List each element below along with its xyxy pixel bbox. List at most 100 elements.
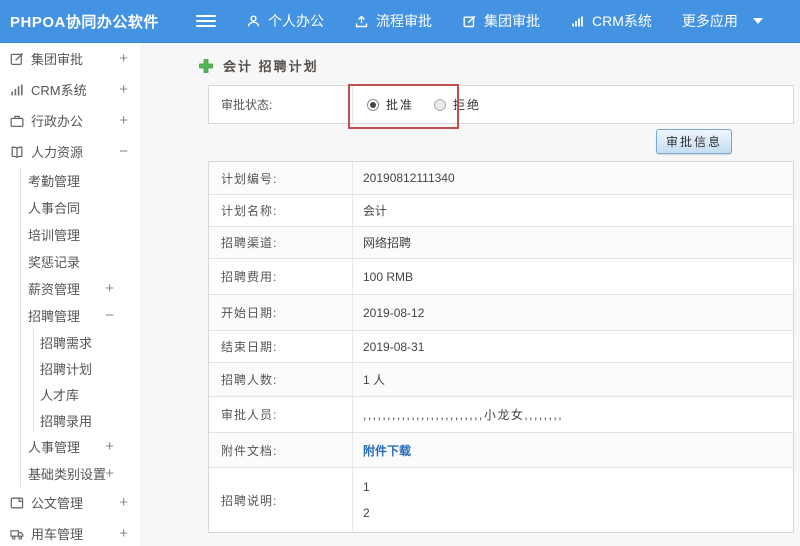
sidebar-item-base-category[interactable]: 基础类别设置 + [21,460,140,487]
menu-hamburger-icon[interactable] [196,15,216,27]
app-title: PHPOA协同办公软件 [10,13,159,31]
collapse-minus-icon[interactable]: − [105,307,114,324]
sidebar-item-recruit-hire[interactable]: 招聘录用 [34,407,140,433]
expand-plus-icon[interactable]: + [105,438,114,455]
sidebar-label: 人事管理 [28,440,81,455]
sidebar-item-recruit-demand[interactable]: 招聘需求 [34,329,140,355]
sidebar-label: 薪资管理 [28,282,81,297]
field-value: 100 RMB [363,269,414,284]
nav-item-crm[interactable]: CRM系统 [570,11,652,31]
expand-plus-icon[interactable]: + [119,525,128,542]
button-row: 审批信息 [208,129,794,154]
field-value: 会计 [363,204,388,218]
sidebar-item-recruit-plan[interactable]: 招聘计划 [34,355,140,381]
sidebar-item-admin-office[interactable]: 行政办公 + [0,105,140,136]
field-label: 计划编号: [209,162,353,194]
sidebar-label: 人才库 [40,387,80,403]
field-value: 20190812111340 [363,171,455,185]
nav-label: 个人办公 [268,13,324,29]
nav-label: 集团审批 [484,13,540,29]
expand-plus-icon[interactable]: + [119,112,128,129]
field-label: 审批人员: [209,397,353,432]
expand-plus-icon[interactable]: + [105,465,114,482]
sidebar-label: 培训管理 [28,228,81,243]
field-value: 1 2 [353,468,793,532]
field-label: 招聘说明: [209,468,353,532]
recruit-plan-detail-table: 计划编号: 20190812111340 计划名称: 会计 招聘渠道: 网络招聘… [208,161,794,533]
expand-plus-icon[interactable]: + [119,81,128,98]
collapse-minus-icon[interactable]: − [119,143,128,160]
expand-plus-icon[interactable]: + [119,494,128,511]
table-row-end-date: 结束日期: 2019-08-31 [209,331,793,363]
sidebar-item-personnel-mgmt[interactable]: 人事管理 + [21,433,140,460]
nav-item-personal-office[interactable]: 个人办公 [246,11,324,31]
field-value: 2019-08-31 [363,339,425,354]
field-value: 网络招聘 [363,236,412,250]
expand-plus-icon[interactable]: + [119,50,128,67]
description-line: 1 [363,480,370,494]
nav-label: 流程审批 [376,13,432,29]
field-label: 计划名称: [209,195,353,226]
document-icon [10,497,24,508]
table-row-headcount: 招聘人数: 1 人 [209,363,793,397]
sidebar-item-rewards[interactable]: 奖惩记录 [21,248,140,275]
sidebar-item-document-mgmt[interactable]: 公文管理 + [0,487,140,518]
sidebar-item-salary[interactable]: 薪资管理 + [21,275,140,302]
workflow-icon [355,15,368,27]
bar-chart-icon [572,16,583,26]
radio-reject-label: 拒绝 [453,98,482,112]
sidebar-item-recruit-mgmt[interactable]: 招聘管理 − [21,302,140,329]
table-row-channel: 招聘渠道: 网络招聘 [209,227,793,259]
table-row-approvers: 审批人员: ,,,,,,,,,,,,,,,,,,,,,,,,,小龙女,,,,,,… [209,397,793,433]
field-label: 招聘渠道: [209,227,353,258]
add-plus-icon [199,58,213,73]
radio-unselected-icon[interactable] [434,98,447,111]
nav-label: CRM系统 [592,13,652,29]
sidebar-label: 人事合同 [28,201,81,216]
top-navbar: PHPOA协同办公软件 个人办公 流程审批 集团审批 CRM系统 更多应用 [0,0,800,43]
approval-status-row: 审批状态: 批准 拒绝 [208,85,794,124]
sidebar-label: 奖惩记录 [28,255,81,270]
radio-reject[interactable]: 拒绝 [434,96,481,113]
sidebar-item-attendance[interactable]: 考勤管理 [21,167,140,194]
page-header: 会计 招聘计划 [198,57,800,74]
caret-down-icon [752,18,763,24]
nav-item-more-apps[interactable]: 更多应用 [682,11,763,31]
field-value: 2019-08-12 [363,305,425,320]
field-label: 附件文档: [209,433,353,467]
sidebar-label: 招聘需求 [40,335,93,351]
briefcase-icon [10,115,24,127]
field-value: ,,,,,,,,,,,,,,,,,,,,,,,,,小龙女,,,,,,,, [363,408,564,422]
sidebar-label: 招聘录用 [40,413,93,429]
radio-approve[interactable]: 批准 [367,96,414,113]
radio-selected-icon[interactable] [367,98,379,111]
approval-status-options: 批准 拒绝 [353,86,481,123]
approval-info-button[interactable]: 审批信息 [655,129,732,154]
nav-item-group-approval[interactable]: 集团审批 [462,11,540,31]
sidebar-label: 基础类别设置 [28,467,107,482]
attachment-download-link[interactable]: 附件下载 [363,442,411,459]
expand-plus-icon[interactable]: + [105,280,114,297]
recruit-submenu: 招聘需求 招聘计划 人才库 招聘录用 [33,329,140,433]
field-label: 结束日期: [209,331,353,362]
sidebar-item-talent-pool[interactable]: 人才库 [34,381,140,407]
sidebar-label: 招聘计划 [40,361,93,377]
sidebar-label: CRM系统 [31,83,87,98]
sidebar-item-hr[interactable]: 人力资源 − [0,136,140,167]
table-row-attachment: 附件文档: 附件下载 [209,433,793,468]
sidebar-item-group-approval[interactable]: 集团审批 + [0,43,140,74]
sidebar-label: 集团审批 [31,52,84,67]
sidebar-item-crm[interactable]: CRM系统 + [0,74,140,105]
main-content: 会计 招聘计划 审批状态: 批准 拒绝 审批信息 计划编号: 201908121… [148,43,800,546]
table-row-fee: 招聘费用: 100 RMB [209,259,793,295]
description-line: 2 [363,506,370,520]
truck-icon [10,529,24,540]
page-title: 会计 招聘计划 [223,59,319,74]
field-value: 1 人 [363,373,386,387]
hr-submenu: 考勤管理 人事合同 培训管理 奖惩记录 薪资管理 + 招聘管理 − 招聘需求 招… [20,167,140,487]
sidebar-item-training[interactable]: 培训管理 [21,221,140,248]
sidebar-item-vehicle-mgmt[interactable]: 用车管理 + [0,518,140,546]
sidebar-item-hr-contract[interactable]: 人事合同 [21,194,140,221]
table-row-start-date: 开始日期: 2019-08-12 [209,295,793,331]
nav-item-workflow-approval[interactable]: 流程审批 [354,11,432,31]
